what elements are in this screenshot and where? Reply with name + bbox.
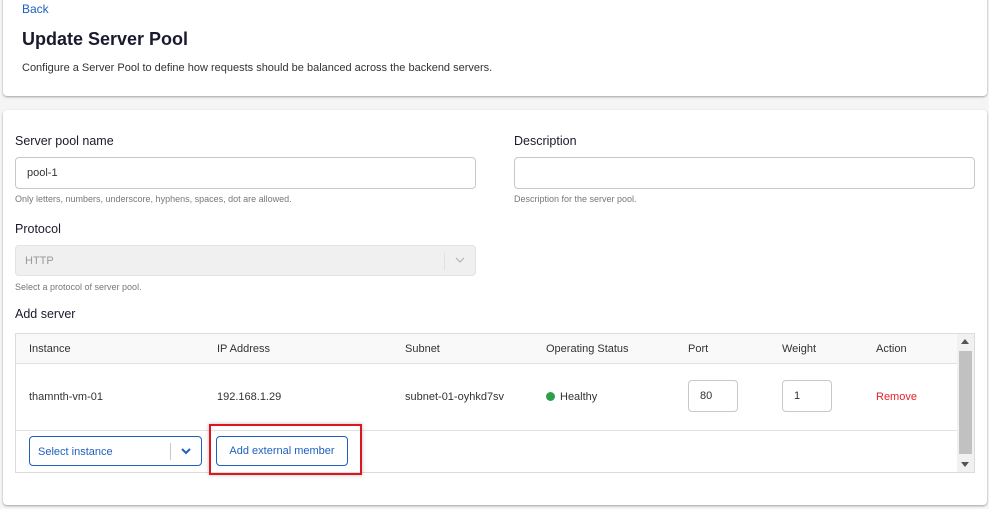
col-weight: Weight — [782, 343, 817, 355]
chevron-down-icon — [181, 448, 191, 455]
description-helper: Description for the server pool. — [514, 194, 637, 204]
page-subtitle: Configure a Server Pool to define how re… — [22, 62, 493, 74]
weight-input[interactable] — [782, 380, 832, 412]
page-title: Update Server Pool — [22, 29, 189, 49]
protocol-helper: Select a protocol of server pool. — [15, 282, 142, 292]
add-external-member-button[interactable]: Add external member — [216, 436, 348, 466]
pool-name-helper: Only letters, numbers, underscore, hyphe… — [15, 194, 292, 204]
scrollbar-thumb[interactable] — [959, 351, 972, 454]
row-status: Healthy — [546, 391, 597, 403]
table-row: thamnth-vm-01 192.168.1.29 subnet-01-oyh… — [16, 364, 958, 431]
row-subnet: subnet-01-oyhkd7sv — [405, 391, 505, 403]
scroll-down-arrow-icon[interactable] — [961, 462, 969, 467]
row-instance: thamnth-vm-01 — [29, 391, 103, 403]
col-action: Action — [876, 343, 907, 355]
col-port: Port — [688, 343, 709, 355]
col-instance: Instance — [29, 343, 71, 355]
scroll-up-arrow-icon[interactable] — [961, 339, 969, 344]
protocol-value: HTTP — [25, 255, 54, 267]
protocol-label: Protocol — [15, 222, 61, 236]
select-instance-placeholder: Select instance — [38, 446, 113, 458]
table-scrollbar[interactable] — [957, 334, 974, 472]
table-header: Instance IP Address Subnet Operating Sta… — [16, 334, 958, 364]
select-separator — [170, 443, 171, 460]
col-ip-address: IP Address — [217, 343, 270, 355]
port-input[interactable] — [688, 380, 738, 412]
description-label: Description — [514, 134, 577, 148]
back-link[interactable]: Back — [22, 2, 49, 16]
chevron-down-icon — [455, 257, 465, 263]
add-server-label: Add server — [15, 307, 76, 321]
col-subnet: Subnet — [405, 343, 440, 355]
add-member-row: Select instance Add external member — [16, 431, 958, 473]
pool-name-input[interactable] — [15, 157, 476, 189]
select-instance-dropdown[interactable]: Select instance — [29, 436, 202, 466]
protocol-select: HTTP — [15, 245, 476, 276]
status-text: Healthy — [560, 391, 598, 403]
pool-name-label: Server pool name — [15, 134, 114, 148]
row-ip: 192.168.1.29 — [217, 391, 282, 403]
select-separator — [444, 253, 445, 270]
description-input[interactable] — [514, 157, 975, 189]
status-healthy-icon — [546, 392, 555, 401]
header-card: Back Update Server Pool Configure a Serv… — [3, 0, 987, 96]
remove-button[interactable]: Remove — [876, 391, 917, 403]
server-table: Instance IP Address Subnet Operating Sta… — [15, 333, 975, 473]
col-operating-status: Operating Status — [546, 343, 629, 355]
